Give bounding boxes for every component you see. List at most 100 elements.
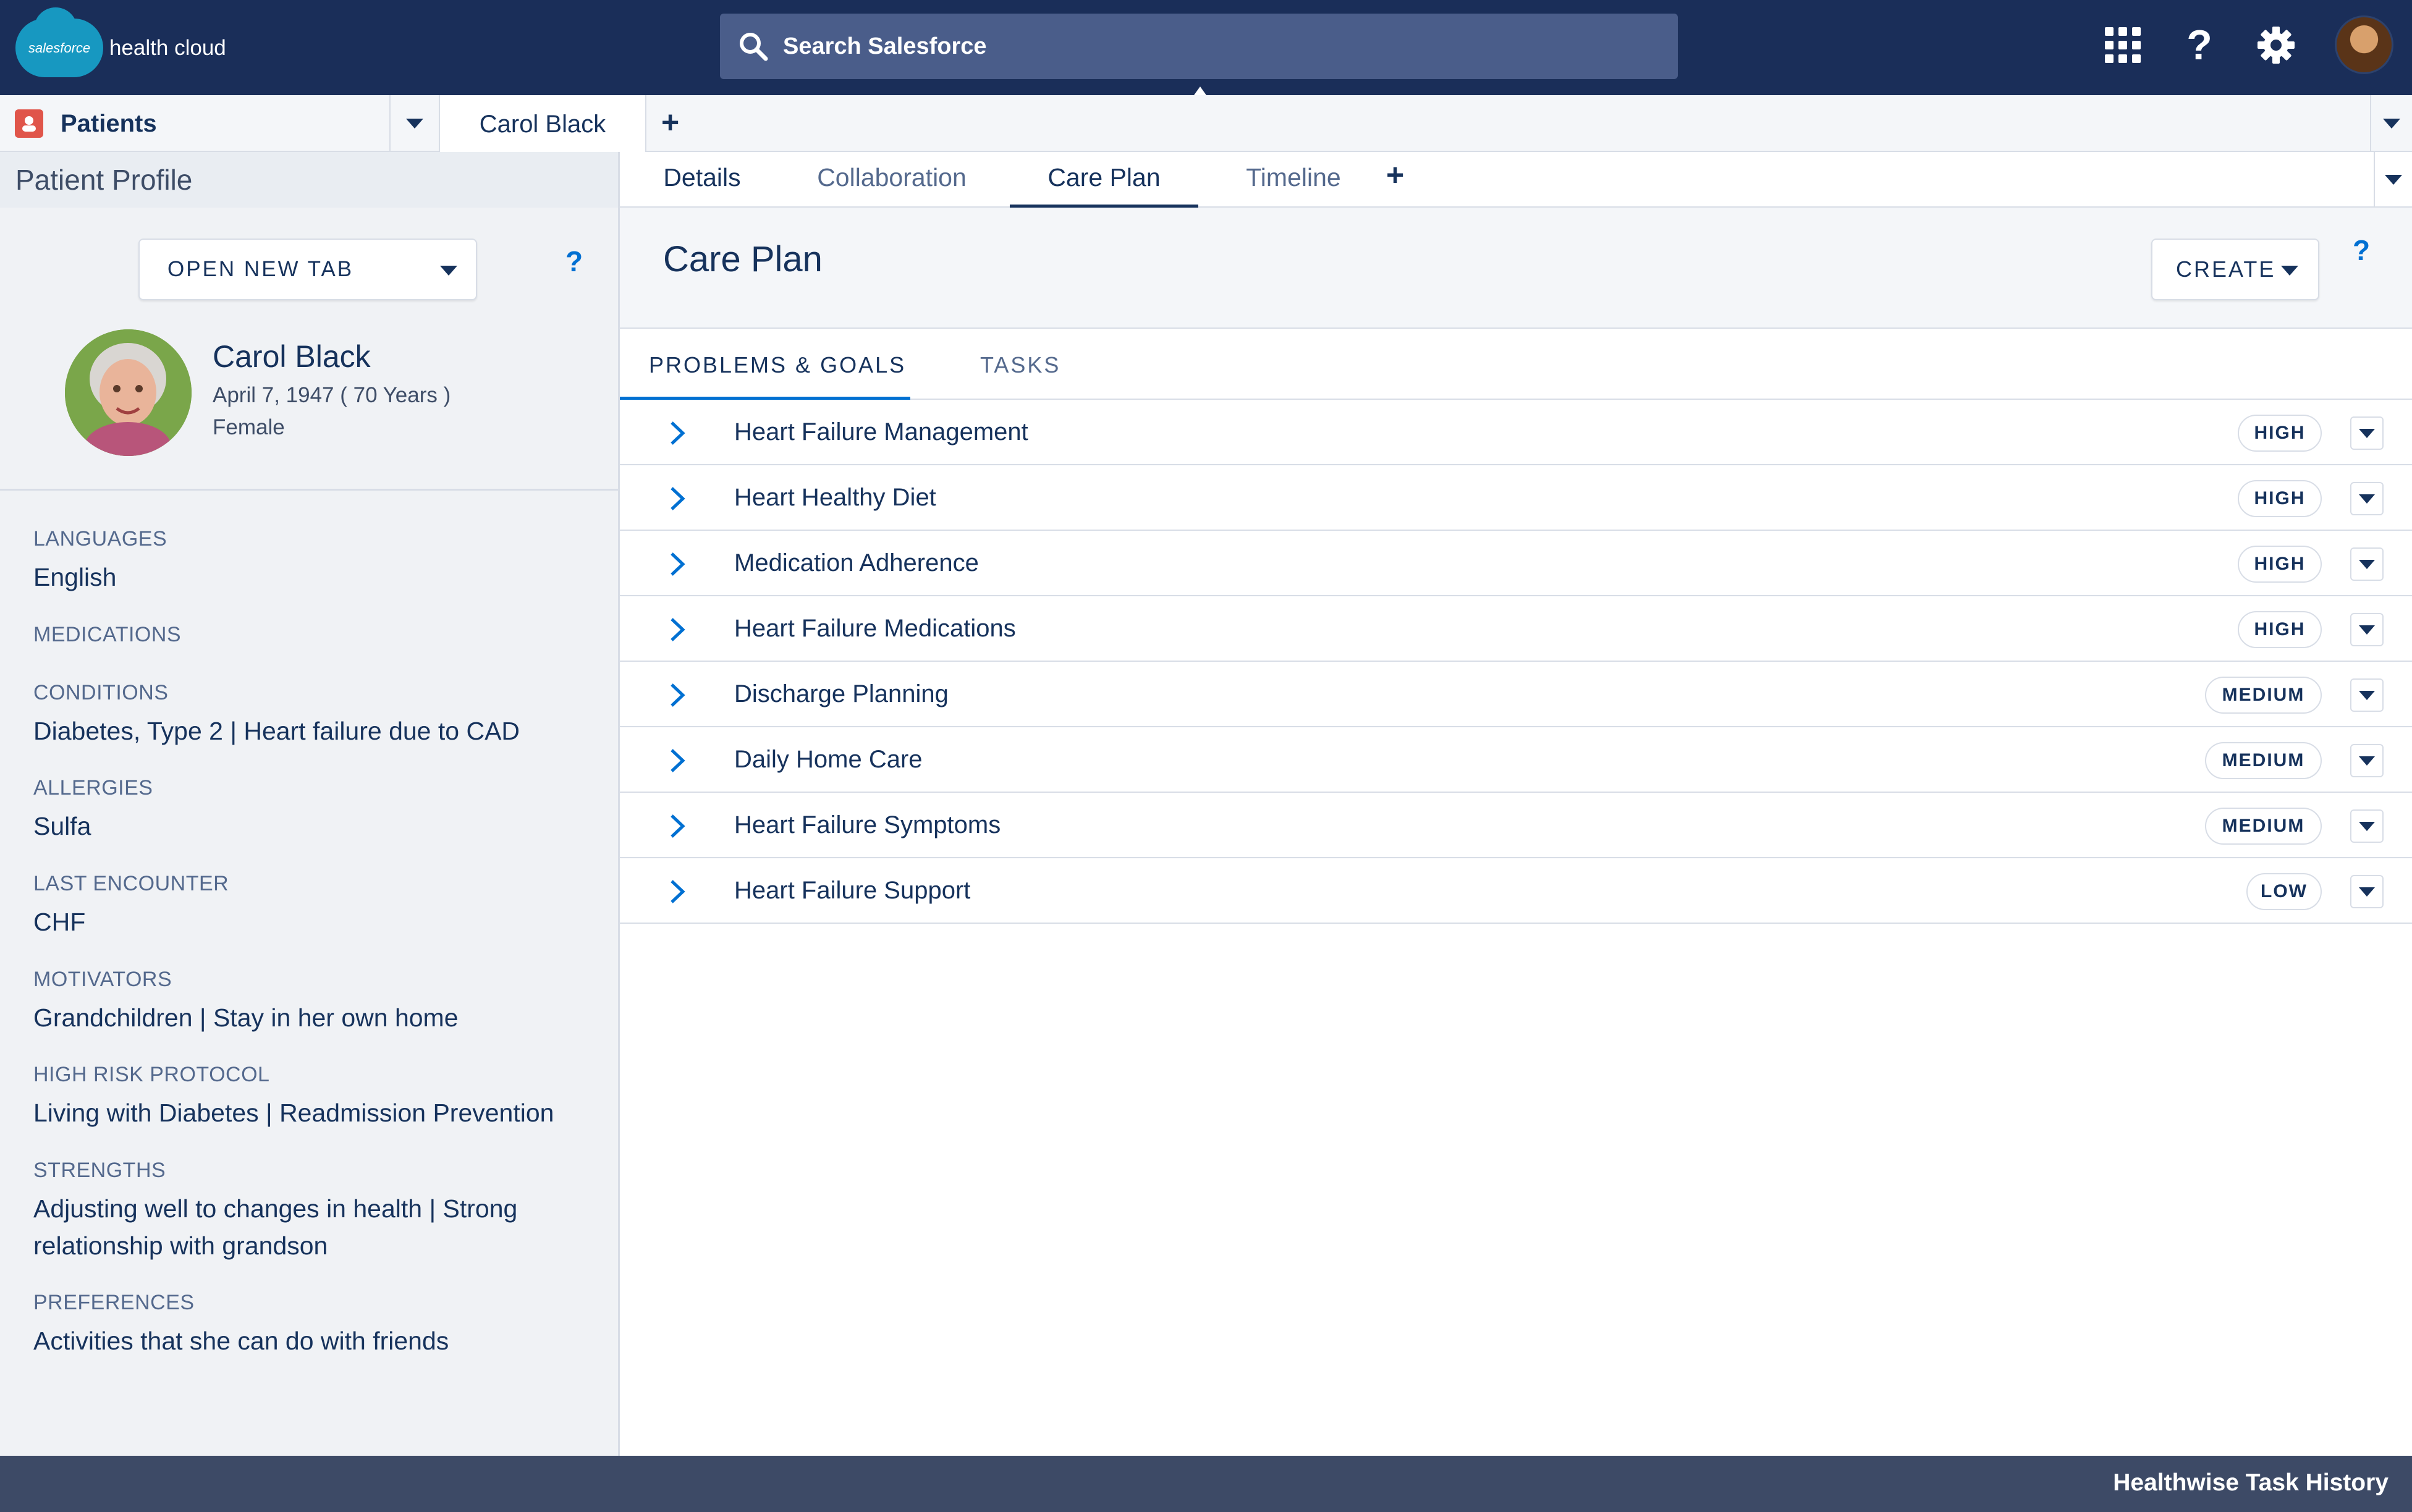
create-label: CREATE [2176,256,2276,282]
field-value: Living with Diabetes | Readmission Preve… [33,1099,554,1127]
add-subtab-icon[interactable]: + [1386,157,1404,193]
chevron-down-icon [2359,690,2375,700]
field-value: Sulfa [33,812,91,840]
tab-details[interactable]: Details [656,163,748,208]
tab-tasks[interactable]: TASKS [980,352,1060,400]
patient-icon [15,109,43,138]
utility-bar: Healthwise Task History [0,1456,2412,1512]
patient-avatar [65,329,192,456]
problem-row[interactable]: Heart Healthy Diet HIGH [620,465,2412,531]
workspace-tab-bar: Patients Carol Black + [0,95,2412,153]
patient-gender: Female [213,415,285,439]
priority-badge: HIGH [2238,415,2322,452]
field-value: Diabetes, Type 2 | Heart failure due to … [33,717,520,745]
row-actions-dropdown[interactable] [2350,547,2384,581]
row-actions-dropdown[interactable] [2350,613,2384,646]
record-content: Details Collaboration Care Plan Timeline… [620,152,2412,1456]
patient-profile-panel: Patient Profile OPEN NEW TAB ? Carol Bla… [0,152,620,1456]
chevron-right-icon[interactable] [668,682,687,708]
problem-row[interactable]: Heart Failure Support LOW [620,858,2412,924]
problem-row[interactable]: Heart Failure Medications HIGH [620,596,2412,662]
global-search-input[interactable]: Search Salesforce [720,14,1678,79]
problem-title[interactable]: Heart Failure Management [734,418,1028,446]
gear-icon[interactable] [2254,23,2298,67]
chevron-down-icon [2359,494,2375,504]
row-actions-dropdown[interactable] [2350,875,2384,908]
problem-title[interactable]: Discharge Planning [734,680,949,708]
field-medications: MEDICATIONS [33,623,181,647]
chevron-down-icon [2281,266,2298,276]
priority-badge: HIGH [2238,546,2322,583]
problem-row[interactable]: Discharge Planning MEDIUM [620,662,2412,727]
problem-title[interactable]: Medication Adherence [734,549,979,577]
workspace-overflow-dropdown[interactable] [2370,95,2412,152]
patients-dropdown-button[interactable] [391,95,440,152]
row-actions-dropdown[interactable] [2350,416,2384,450]
problem-title[interactable]: Heart Failure Symptoms [734,811,1001,839]
healthwise-task-history-link[interactable]: Healthwise Task History [2113,1469,2389,1497]
problem-row[interactable]: Heart Failure Symptoms MEDIUM [620,793,2412,858]
chevron-right-icon[interactable] [668,551,687,577]
chevron-down-icon [2359,887,2375,897]
field-label: PREFERENCES [33,1291,195,1314]
tab-problems-goals[interactable]: PROBLEMS & GOALS [620,352,910,400]
field-label: LANGUAGES [33,527,167,551]
profile-help-icon[interactable]: ? [565,245,583,278]
field-value: Grandchildren | Stay in her own home [33,1003,459,1032]
search-notch [1194,87,1206,95]
chevron-right-icon[interactable] [668,748,687,774]
chevron-down-icon [2359,756,2375,766]
problem-row[interactable]: Daily Home Care MEDIUM [620,727,2412,793]
field-label: ALLERGIES [33,776,153,800]
cloud-logo-icon: salesforce [15,7,103,77]
global-header: salesforce health cloud Search Salesforc… [0,0,2412,95]
tab-patients[interactable]: Patients [0,95,391,152]
chevron-down-icon [406,119,423,129]
priority-badge: MEDIUM [2205,677,2322,714]
row-actions-dropdown[interactable] [2350,809,2384,843]
field-value: English [33,563,117,591]
open-new-tab-button[interactable]: OPEN NEW TAB [138,239,477,300]
problem-title[interactable]: Heart Healthy Diet [734,484,936,512]
row-actions-dropdown[interactable] [2350,678,2384,712]
user-avatar[interactable] [2335,15,2393,74]
chevron-down-icon [2383,119,2400,129]
field-last-encounter: LAST ENCOUNTER CHF [33,872,229,940]
add-tab-icon[interactable]: + [661,104,679,140]
chevron-right-icon[interactable] [668,813,687,839]
field-preferences: PREFERENCES Activities that she can do w… [33,1291,449,1359]
chevron-right-icon[interactable] [668,420,687,446]
salesforce-logo[interactable]: salesforce health cloud [15,7,226,77]
care-plan-help-icon[interactable]: ? [2353,234,2370,267]
field-high-risk-protocol: HIGH RISK PROTOCOL Living with Diabetes … [33,1063,554,1131]
priority-badge: MEDIUM [2205,808,2322,845]
field-value: Activities that she can do with friends [33,1327,449,1355]
chevron-right-icon[interactable] [668,617,687,643]
row-actions-dropdown[interactable] [2350,482,2384,515]
subtab-overflow-dropdown[interactable] [2374,152,2412,208]
help-icon[interactable]: ? [2178,22,2221,69]
problem-title[interactable]: Heart Failure Support [734,877,970,905]
chevron-right-icon[interactable] [668,879,687,905]
chevron-right-icon[interactable] [668,486,687,512]
chevron-down-icon [2359,821,2375,831]
problem-row[interactable]: Medication Adherence HIGH [620,531,2412,596]
tab-carol-black[interactable]: Carol Black [440,95,646,153]
app-launcher-icon[interactable] [2101,23,2144,67]
tab-timeline[interactable]: Timeline [1229,163,1358,208]
record-tab-bar: Details Collaboration Care Plan Timeline… [620,152,2412,208]
search-icon [740,33,768,61]
problem-title[interactable]: Heart Failure Medications [734,615,1016,643]
panel-title: Patient Profile [0,152,618,208]
tab-patients-label: Patients [61,109,157,137]
open-new-tab-label: OPEN NEW TAB [167,257,354,281]
tab-collaboration[interactable]: Collaboration [805,163,978,208]
create-button[interactable]: CREATE [2151,239,2319,300]
row-actions-dropdown[interactable] [2350,744,2384,777]
field-motivators: MOTIVATORS Grandchildren | Stay in her o… [33,968,459,1036]
problem-row[interactable]: Heart Failure Management HIGH [620,400,2412,465]
field-languages: LANGUAGES English [33,527,167,596]
problem-title[interactable]: Daily Home Care [734,746,923,774]
logo-text: health cloud [109,35,226,60]
tab-care-plan[interactable]: Care Plan [1010,163,1198,208]
